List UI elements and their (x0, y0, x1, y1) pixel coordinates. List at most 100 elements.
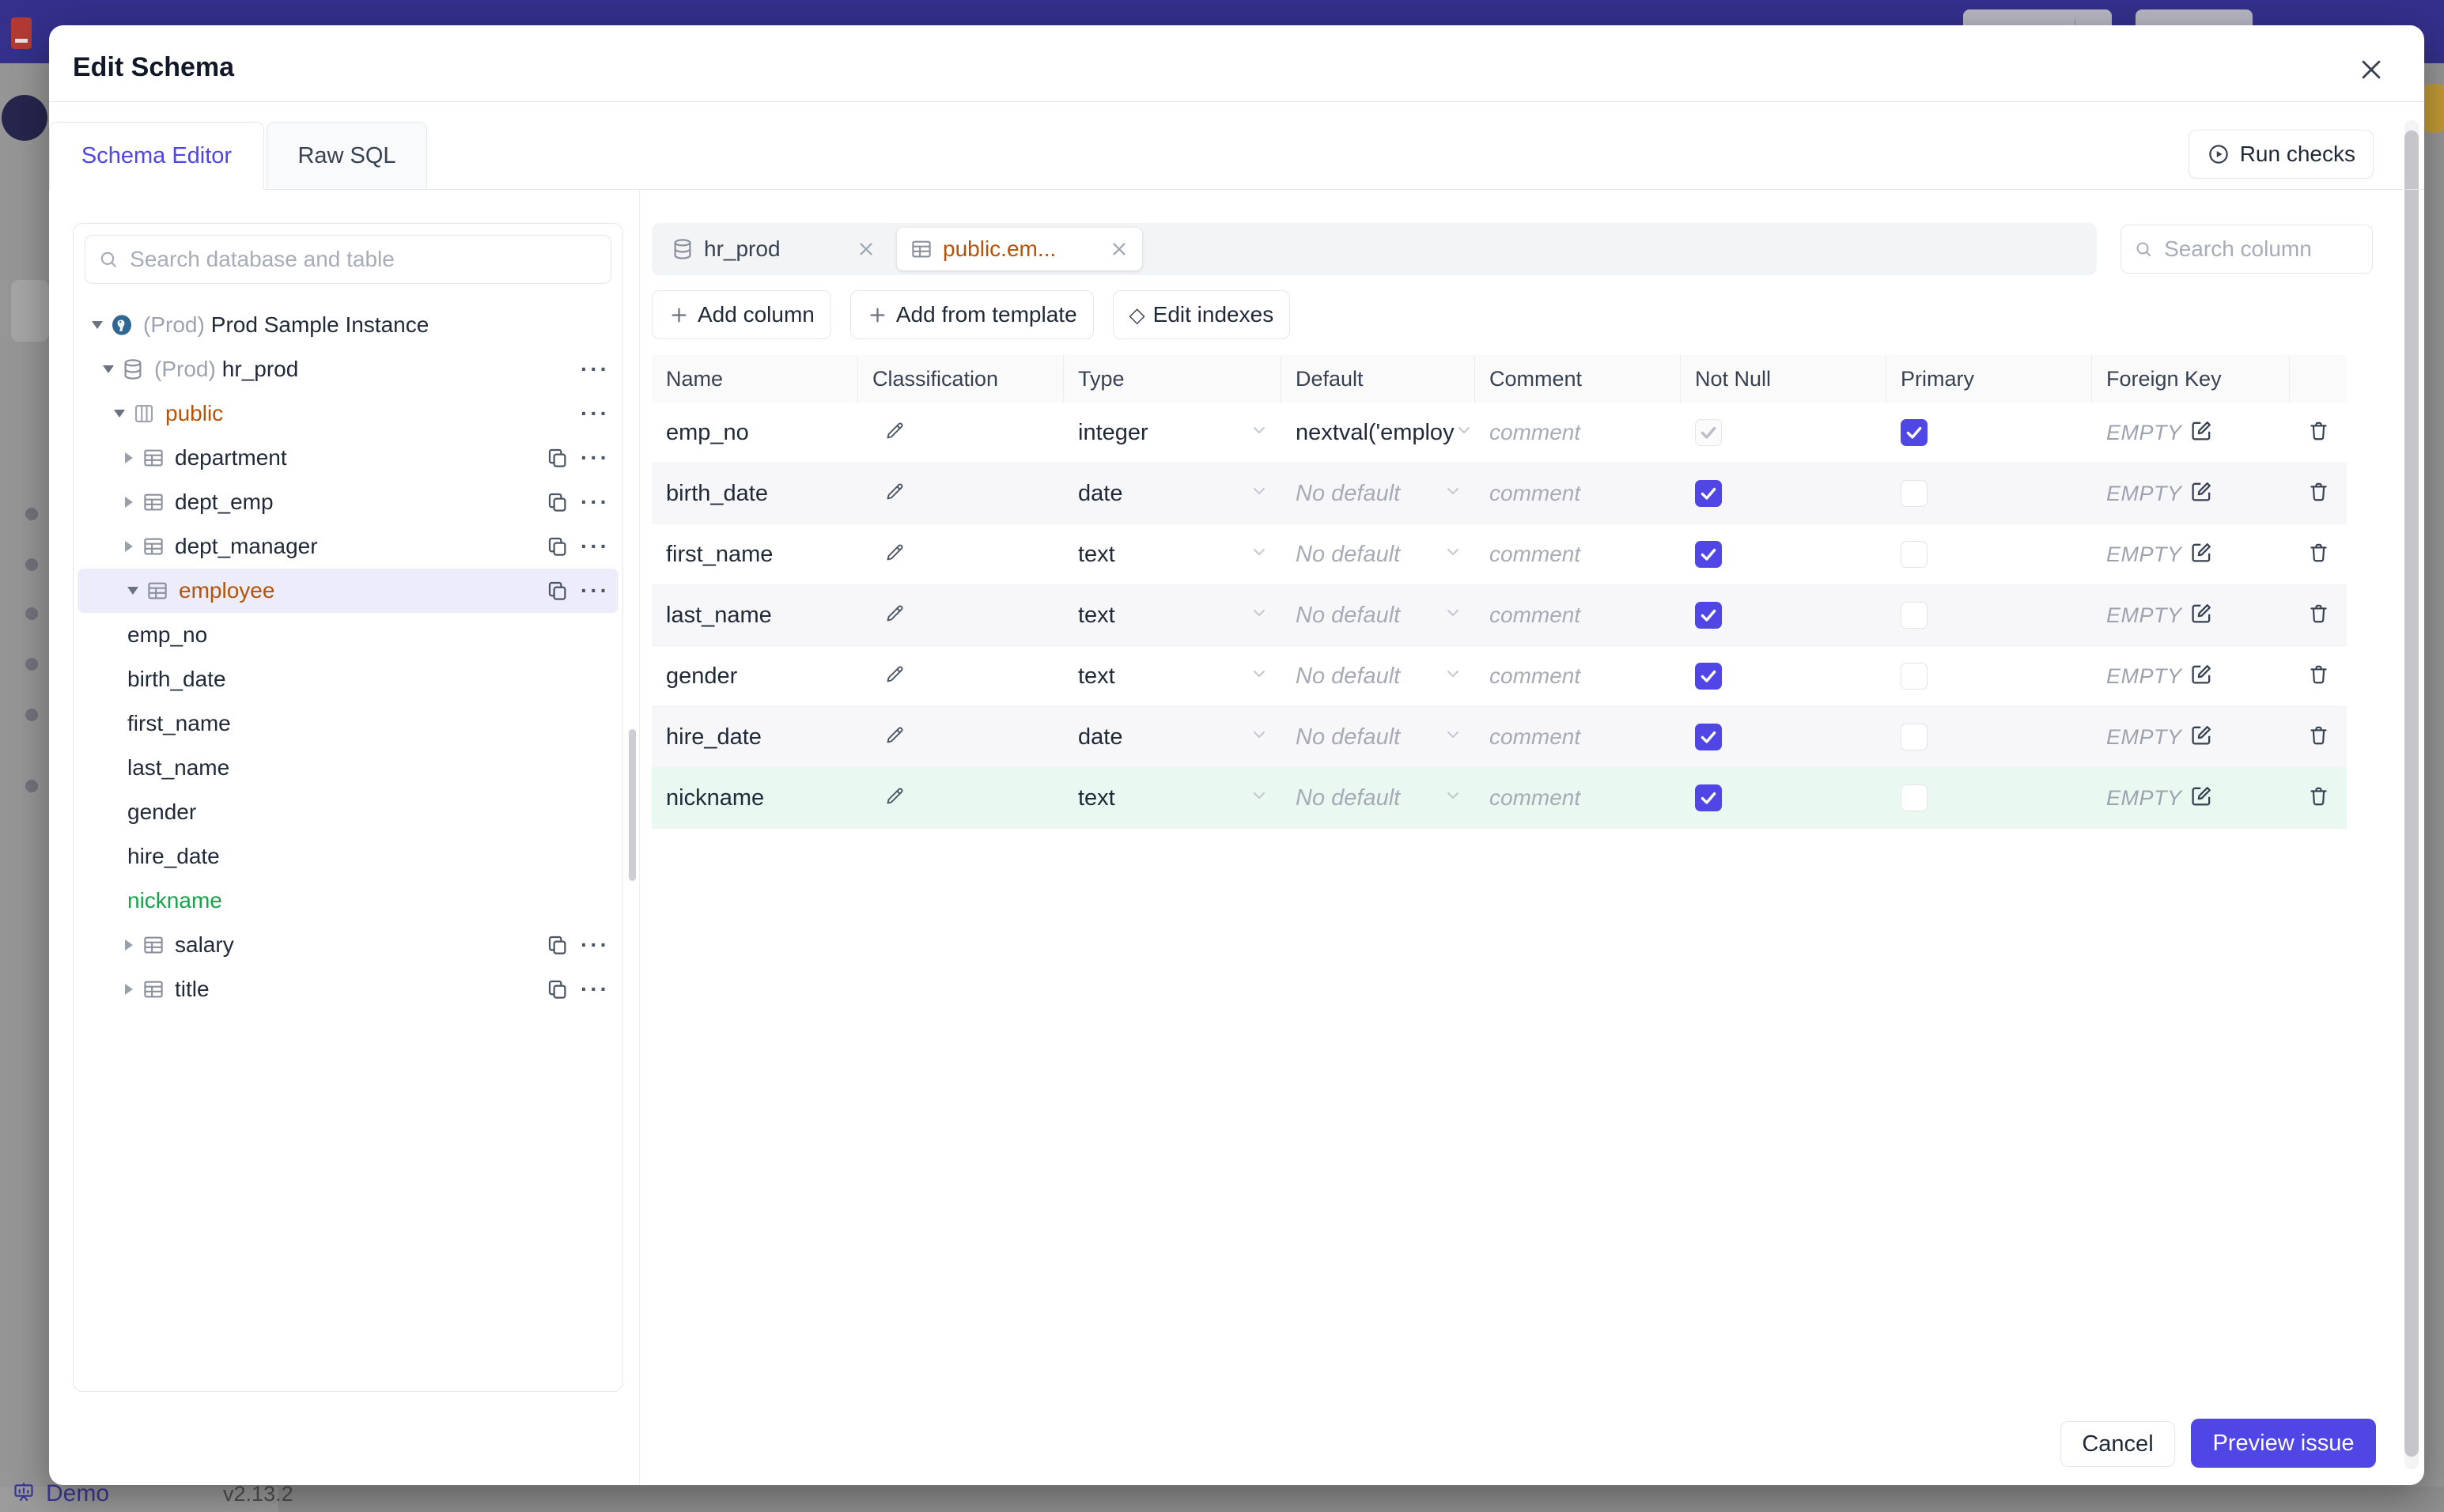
not-null-checkbox[interactable] (1695, 663, 1722, 690)
comment-input[interactable]: comment (1475, 603, 1681, 628)
classification-cell[interactable] (858, 603, 1064, 628)
edit-square-icon[interactable] (2190, 602, 2213, 629)
tree-item-gender[interactable]: gender (74, 790, 622, 834)
classification-cell[interactable] (858, 785, 1064, 811)
caret-right-icon[interactable] (118, 541, 140, 552)
tree-item-salary[interactable]: salary ··· (74, 923, 622, 967)
foreign-key-cell[interactable]: EMPTY (2092, 541, 2290, 568)
trash-icon[interactable] (2307, 480, 2330, 507)
edit-indexes-button[interactable]: ◇ Edit indexes (1112, 290, 1291, 339)
column-search-box[interactable] (2121, 225, 2373, 274)
edit-square-icon[interactable] (2190, 541, 2213, 568)
database-tab-hr_prod[interactable]: hr_prod (658, 228, 889, 270)
default-select[interactable]: No default (1281, 542, 1475, 568)
more-menu-icon[interactable]: ··· (581, 358, 610, 380)
tree-search-box[interactable] (85, 235, 611, 284)
type-select[interactable]: text (1064, 785, 1281, 811)
close-icon[interactable] (2355, 54, 2387, 85)
primary-checkbox[interactable] (1901, 724, 1928, 750)
caret-down-icon[interactable] (86, 321, 108, 329)
type-select[interactable]: text (1064, 603, 1281, 629)
classification-cell[interactable] (858, 724, 1064, 750)
type-select[interactable]: text (1064, 663, 1281, 690)
comment-input[interactable]: comment (1475, 724, 1681, 750)
trash-icon[interactable] (2307, 724, 2330, 750)
not-null-checkbox[interactable] (1695, 419, 1722, 446)
column-name[interactable]: hire_date (652, 724, 858, 750)
foreign-key-cell[interactable]: EMPTY (2092, 602, 2290, 629)
type-select[interactable]: date (1064, 724, 1281, 750)
tree-item-title[interactable]: title ··· (74, 967, 622, 1011)
tree-item-dept_emp[interactable]: dept_emp ··· (74, 480, 622, 524)
type-select[interactable]: text (1064, 542, 1281, 568)
column-name[interactable]: emp_no (652, 420, 858, 446)
primary-checkbox[interactable] (1901, 419, 1928, 446)
pencil-icon[interactable] (884, 420, 906, 445)
tree-item-employee[interactable]: employee ··· (78, 569, 619, 613)
primary-checkbox[interactable] (1901, 663, 1928, 690)
caret-down-icon[interactable] (108, 410, 131, 418)
tree-item-prod-sample-instance[interactable]: (Prod) Prod Sample Instance (74, 303, 622, 347)
tab-schema-editor[interactable]: Schema Editor (49, 122, 264, 190)
more-menu-icon[interactable]: ··· (581, 447, 610, 469)
pencil-icon[interactable] (884, 603, 906, 628)
default-select[interactable]: No default (1281, 724, 1475, 750)
default-select[interactable]: No default (1281, 603, 1475, 629)
edit-square-icon[interactable] (2190, 480, 2213, 507)
tree-item-emp_no[interactable]: emp_no (74, 613, 622, 657)
table-tab-public-employee[interactable]: public.em... (897, 228, 1142, 270)
column-name[interactable]: birth_date (652, 481, 858, 507)
pencil-icon[interactable] (884, 785, 906, 811)
add-from-template-button[interactable]: Add from template (849, 290, 1094, 339)
tree-search-input[interactable] (128, 246, 598, 273)
tab-raw-sql[interactable]: Raw SQL (267, 122, 427, 190)
column-name[interactable]: first_name (652, 542, 858, 568)
primary-checkbox[interactable] (1901, 541, 1928, 568)
comment-input[interactable]: comment (1475, 420, 1681, 445)
caret-right-icon[interactable] (118, 497, 140, 508)
caret-right-icon[interactable] (118, 984, 140, 995)
trash-icon[interactable] (2307, 663, 2330, 690)
more-menu-icon[interactable]: ··· (581, 580, 610, 602)
not-null-checkbox[interactable] (1695, 784, 1722, 811)
more-menu-icon[interactable]: ··· (581, 403, 610, 425)
pencil-icon[interactable] (884, 542, 906, 567)
pencil-icon[interactable] (884, 481, 906, 506)
trash-icon[interactable] (2307, 541, 2330, 568)
trash-icon[interactable] (2307, 784, 2330, 811)
sidebar-scrollbar-thumb[interactable] (629, 729, 636, 881)
copy-icon[interactable] (546, 490, 569, 514)
trash-icon[interactable] (2307, 419, 2330, 446)
foreign-key-cell[interactable]: EMPTY (2092, 419, 2290, 446)
more-menu-icon[interactable]: ··· (581, 491, 610, 513)
tree-item-last_name[interactable]: last_name (74, 746, 622, 790)
column-name[interactable]: nickname (652, 785, 858, 811)
foreign-key-cell[interactable]: EMPTY (2092, 784, 2290, 811)
primary-checkbox[interactable] (1901, 784, 1928, 811)
column-name[interactable]: last_name (652, 603, 858, 629)
not-null-checkbox[interactable] (1695, 724, 1722, 750)
classification-cell[interactable] (858, 663, 1064, 689)
type-select[interactable]: integer (1064, 420, 1281, 446)
comment-input[interactable]: comment (1475, 542, 1681, 567)
tree-item-dept_manager[interactable]: dept_manager ··· (74, 524, 622, 569)
default-select[interactable]: No default (1281, 785, 1475, 811)
add-column-button[interactable]: Add column (652, 290, 831, 339)
trash-icon[interactable] (2307, 602, 2330, 629)
not-null-checkbox[interactable] (1695, 541, 1722, 568)
cancel-button[interactable]: Cancel (2060, 1421, 2175, 1467)
run-checks-button[interactable]: Run checks (2188, 130, 2374, 179)
primary-checkbox[interactable] (1901, 602, 1928, 629)
classification-cell[interactable] (858, 420, 1064, 445)
preview-issue-button[interactable]: Preview issue (2191, 1419, 2376, 1468)
copy-icon[interactable] (546, 535, 569, 558)
copy-icon[interactable] (546, 446, 569, 470)
classification-cell[interactable] (858, 542, 1064, 567)
tree-item-public[interactable]: public ··· (74, 391, 622, 436)
edit-square-icon[interactable] (2190, 724, 2213, 750)
comment-input[interactable]: comment (1475, 785, 1681, 811)
foreign-key-cell[interactable]: EMPTY (2092, 724, 2290, 750)
primary-checkbox[interactable] (1901, 480, 1928, 507)
tree-item-first_name[interactable]: first_name (74, 701, 622, 746)
foreign-key-cell[interactable]: EMPTY (2092, 480, 2290, 507)
